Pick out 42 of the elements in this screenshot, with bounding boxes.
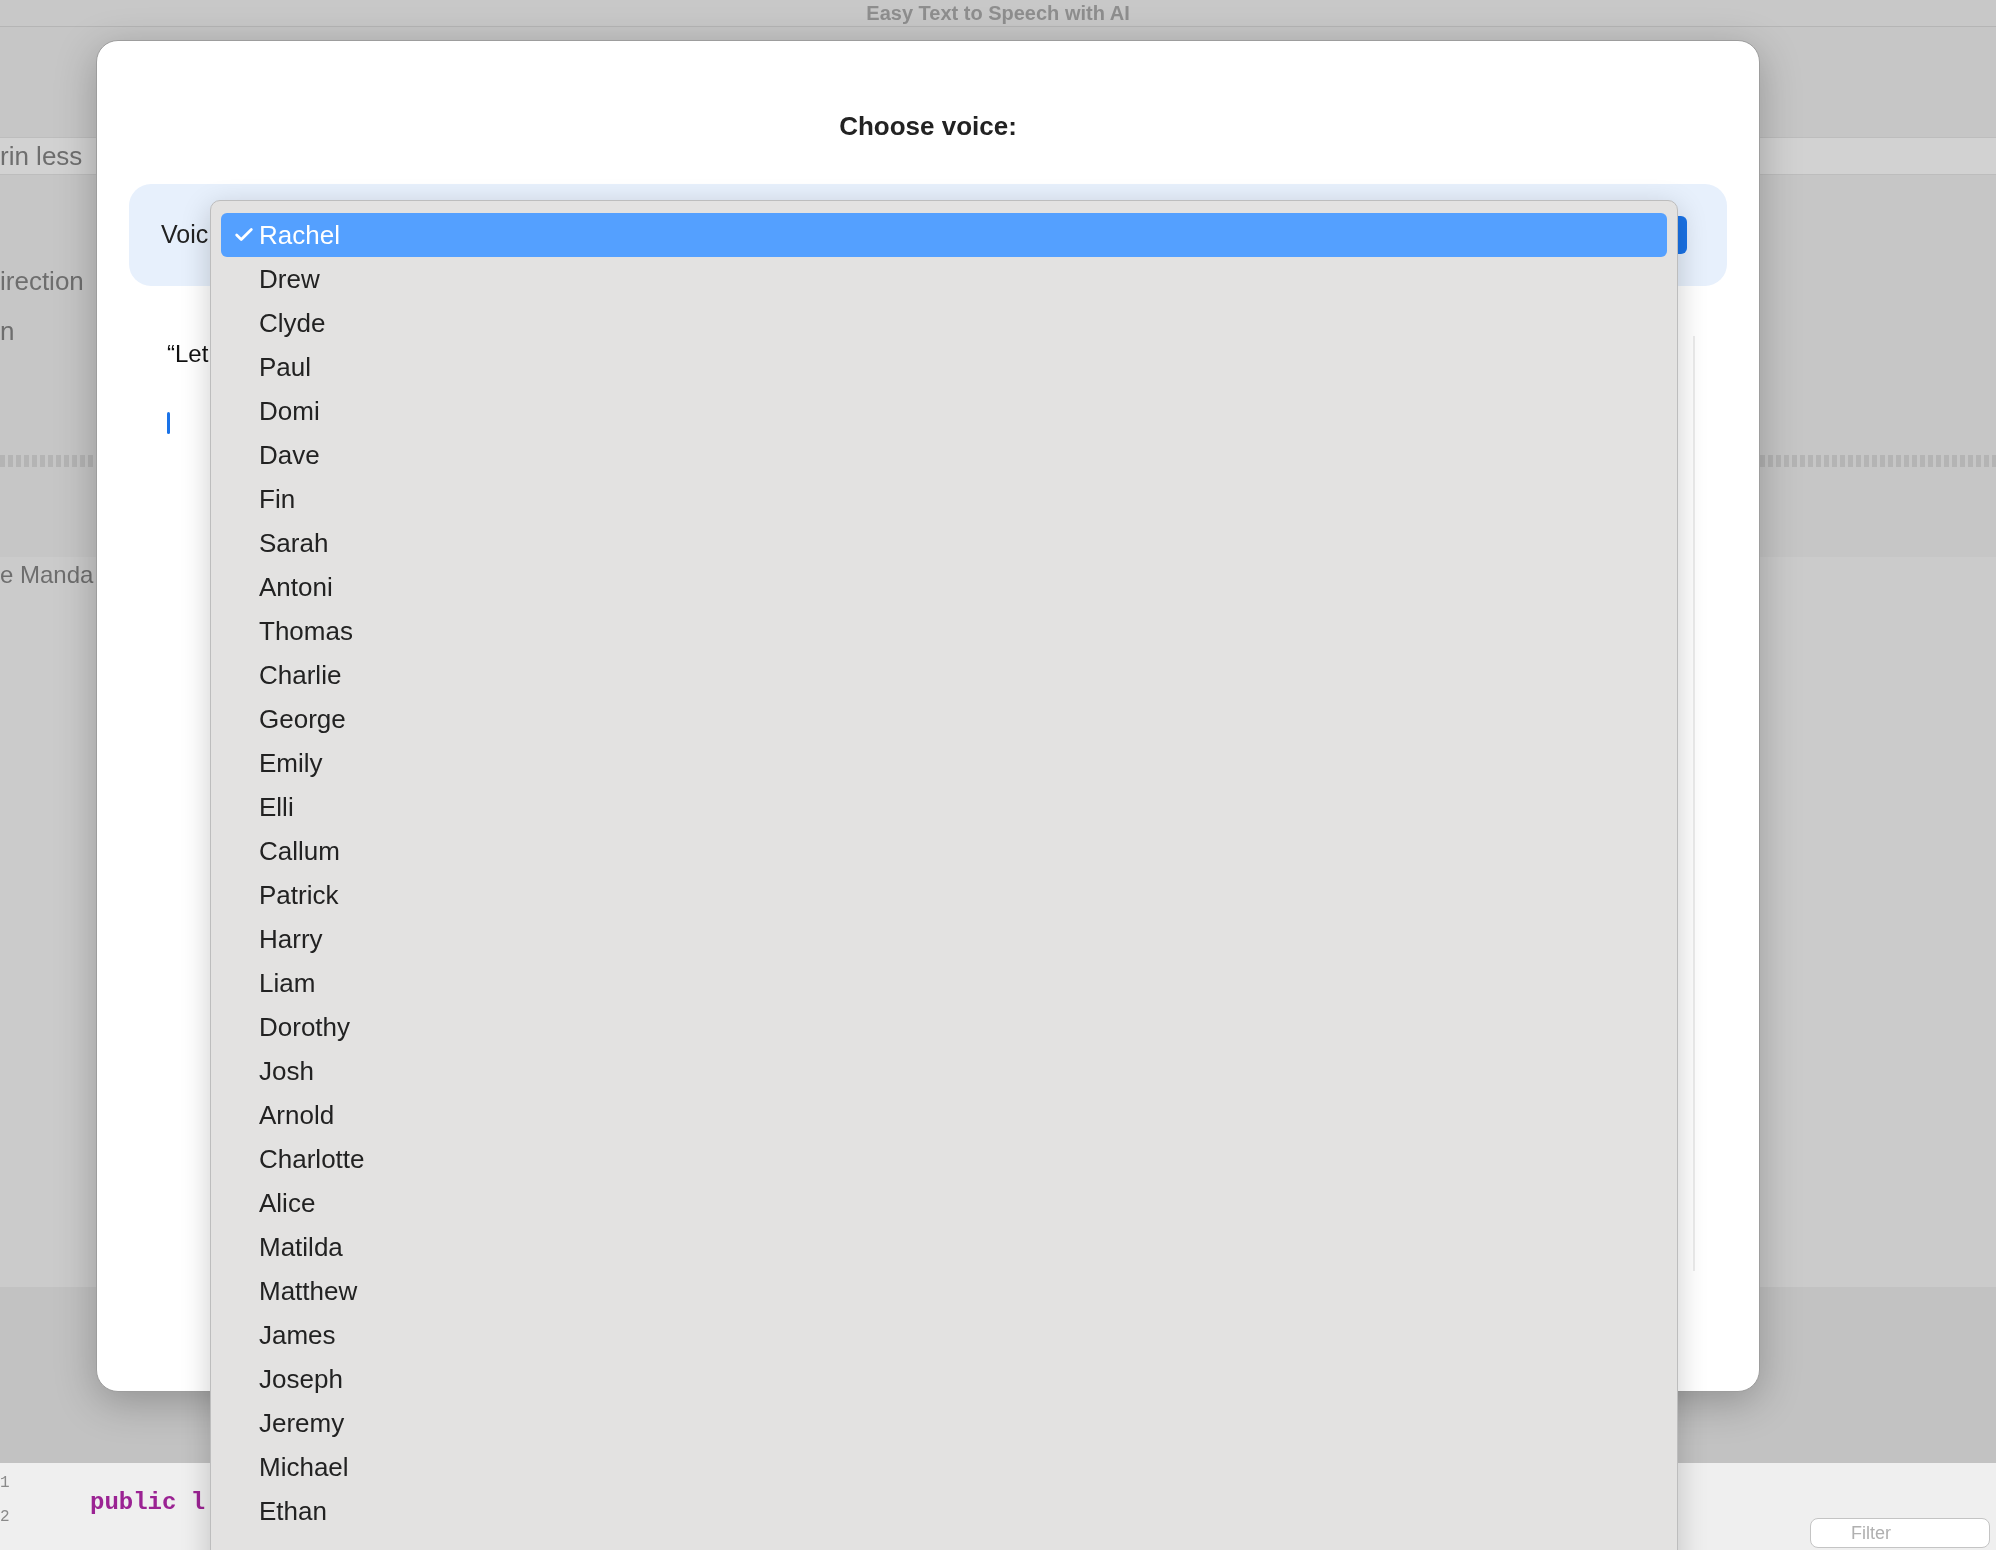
- menu-item[interactable]: Ethan: [221, 1489, 1667, 1533]
- menu-item[interactable]: Paul: [221, 345, 1667, 389]
- menu-item[interactable]: James: [221, 1313, 1667, 1357]
- menu-item[interactable]: Joseph: [221, 1357, 1667, 1401]
- menu-item[interactable]: Patrick: [221, 873, 1667, 917]
- menu-item[interactable]: Domi: [221, 389, 1667, 433]
- search-text: rin less: [0, 139, 83, 173]
- dialog-title: Choose voice:: [839, 110, 1017, 143]
- side-text: irection: [0, 267, 84, 295]
- window-title: Easy Text to Speech with AI: [866, 3, 1130, 23]
- menu-item[interactable]: Elli: [221, 785, 1667, 829]
- menu-item[interactable]: Arnold: [221, 1093, 1667, 1137]
- menu-item[interactable]: Josh: [221, 1049, 1667, 1093]
- menu-item[interactable]: Callum: [221, 829, 1667, 873]
- menu-item[interactable]: Thomas: [221, 609, 1667, 653]
- menu-item[interactable]: Matilda: [221, 1225, 1667, 1269]
- menu-item[interactable]: Harry: [221, 917, 1667, 961]
- list-text: e Manda: [0, 560, 94, 590]
- text-preview: “Let: [167, 339, 209, 369]
- text-cursor: [167, 412, 170, 434]
- menu-item[interactable]: Sarah: [221, 521, 1667, 565]
- menu-item[interactable]: Liam: [221, 961, 1667, 1005]
- menu-item[interactable]: Antoni: [221, 565, 1667, 609]
- line-number: 1: [0, 1473, 11, 1493]
- menu-item[interactable]: Charlie: [221, 653, 1667, 697]
- menu-item[interactable]: Dorothy: [221, 1005, 1667, 1049]
- menu-item[interactable]: Clyde: [221, 301, 1667, 345]
- menu-item[interactable]: Charlotte: [221, 1137, 1667, 1181]
- menu-item[interactable]: Alice: [221, 1181, 1667, 1225]
- side-text: n: [0, 317, 15, 345]
- code-line: public l: [90, 1488, 206, 1518]
- menu-item[interactable]: Emily: [221, 741, 1667, 785]
- line-number: 2: [0, 1507, 11, 1527]
- menu-item[interactable]: Dave: [221, 433, 1667, 477]
- menu-item[interactable]: Michael: [221, 1445, 1667, 1489]
- menu-item[interactable]: Drew: [221, 257, 1667, 301]
- voice-label: Voic: [161, 219, 209, 251]
- menu-item[interactable]: Matthew: [221, 1269, 1667, 1313]
- menu-item[interactable]: Fin: [221, 477, 1667, 521]
- menu-item[interactable]: Jeremy: [221, 1401, 1667, 1445]
- menu-item[interactable]: George: [221, 697, 1667, 741]
- filter-field[interactable]: Filter: [1810, 1518, 1990, 1548]
